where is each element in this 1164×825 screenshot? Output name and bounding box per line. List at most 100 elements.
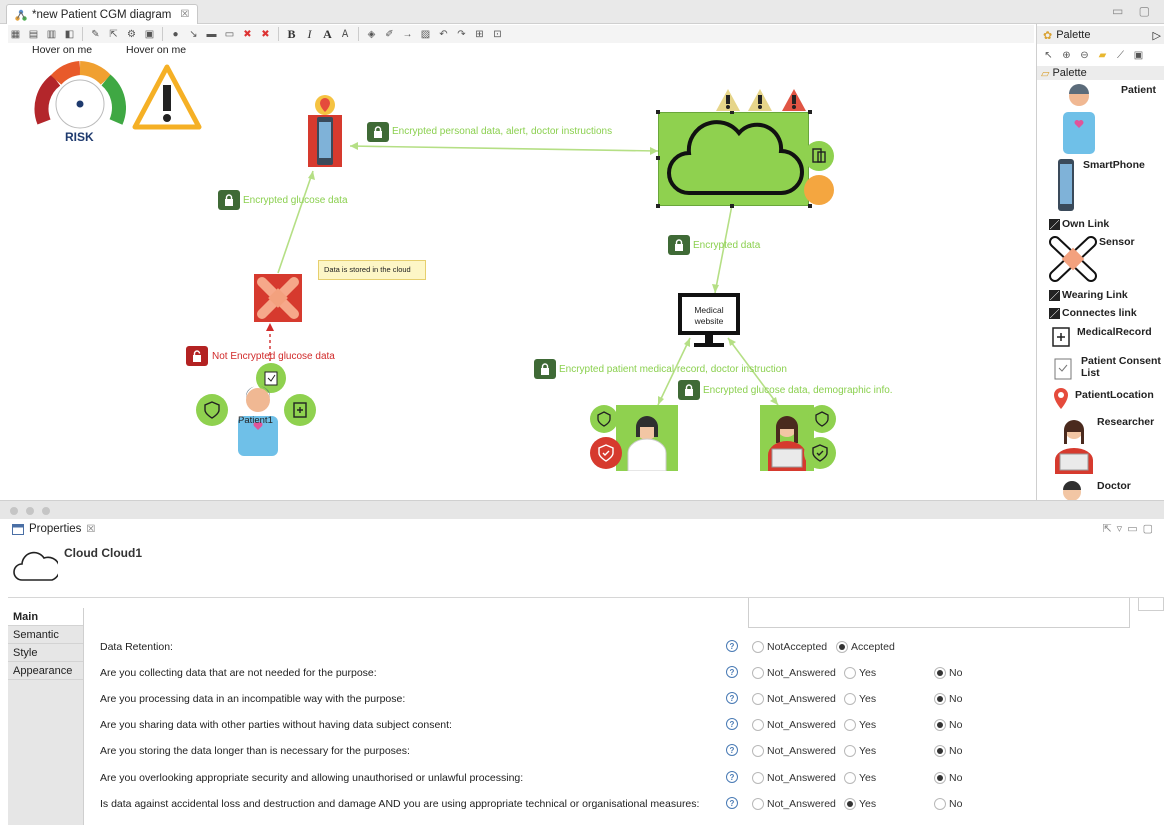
italic-button[interactable]: I [302,27,317,41]
radio-option[interactable]: Not_Answered [752,798,836,810]
palette-item-researcher[interactable]: Researcher [1097,416,1154,428]
radio-option[interactable]: No [934,693,962,705]
radio-button[interactable] [752,641,764,653]
selection-handles[interactable] [654,108,814,210]
radio-option[interactable]: Accepted [836,641,895,653]
palette-item-patient[interactable]: Patient [1121,84,1156,96]
zoom-out-icon[interactable]: ⊖ [1077,48,1092,62]
select-tool-icon[interactable]: ↖ [1041,48,1056,62]
help-icon[interactable]: ? [726,718,738,730]
radio-button[interactable] [752,667,764,679]
radio-button[interactable] [934,693,946,705]
risk-gauge[interactable]: RISK [34,60,126,148]
radio-button[interactable] [934,798,946,810]
properties-tab[interactable]: Properties ☒ [6,520,102,538]
note-link-icon[interactable]: ⟋ [1113,48,1128,62]
medical-website-node[interactable]: Medical website [678,293,740,349]
smartphone-node[interactable] [308,95,342,167]
radio-button[interactable] [934,772,946,784]
editor-tab[interactable]: *new Patient CGM diagram ☒ [6,4,199,24]
radio-button[interactable] [844,798,856,810]
layout-icon[interactable]: ⚙ [124,27,139,41]
radio-button[interactable] [836,641,848,653]
collapse-palette-icon[interactable]: ▷ [1153,29,1161,42]
tab-main[interactable]: Main [8,608,83,626]
note-shape[interactable]: Data is stored in the cloud [318,260,426,280]
show-label-icon[interactable]: ▭ [222,27,237,41]
radio-option[interactable]: Yes [844,667,876,679]
radio-button[interactable] [752,798,764,810]
radio-button[interactable] [844,719,856,731]
radio-button[interactable] [934,667,946,679]
warning-badges[interactable] [714,87,808,113]
palette-item-smartphone[interactable]: SmartPhone [1083,159,1145,171]
help-icon[interactable]: ? [726,666,738,678]
palette-item-own-link[interactable]: Own Link [1049,218,1109,230]
help-icon[interactable]: ? [726,771,738,783]
line-color-icon[interactable]: ✐ [382,27,397,41]
redo-icon[interactable]: ↷ [454,27,469,41]
help-icon[interactable]: ? [726,744,738,756]
shield-alert-icon[interactable] [590,437,622,469]
radio-option[interactable]: NotAccepted [752,641,827,653]
radio-option[interactable]: No [934,667,962,679]
close-icon[interactable]: ☒ [180,9,189,20]
delete-from-model-icon[interactable]: ✖ [258,27,273,41]
radio-option[interactable]: Yes [844,693,876,705]
font-size-icon[interactable]: Ꭺ [338,27,353,41]
sensor-node[interactable] [254,274,302,322]
arrange-icon[interactable]: ▤ [26,27,41,41]
radio-button[interactable] [752,693,764,705]
radio-option[interactable]: Not_Answered [752,667,836,679]
device-badge-icon[interactable] [804,141,834,171]
fill-color-icon[interactable]: ◈ [364,27,379,41]
show-icon[interactable]: ● [168,27,183,41]
radio-option[interactable]: No [934,719,962,731]
undo-icon[interactable]: ↶ [436,27,451,41]
palette-item-medical-record[interactable]: MedicalRecord [1077,326,1152,338]
zoom-in-icon[interactable]: ⊕ [1059,48,1074,62]
hide-label-icon[interactable]: ▬ [204,27,219,41]
close-icon[interactable]: ☒ [86,524,95,535]
representation-icon[interactable]: ▣ [1131,48,1146,62]
warning-icon[interactable] [132,63,202,133]
radio-option[interactable]: No [934,798,962,810]
properties-view-controls[interactable]: ⇱▿▭▢ [1102,522,1158,535]
radio-option[interactable]: Yes [844,719,876,731]
description-textarea[interactable] [748,598,1130,628]
radio-button[interactable] [844,667,856,679]
tab-style[interactable]: Style [8,644,83,662]
image-icon[interactable]: ▨ [418,27,433,41]
radio-option[interactable]: Not_Answered [752,693,836,705]
line-style-icon[interactable]: → [400,27,415,41]
radio-option[interactable]: Yes [844,772,876,784]
help-icon[interactable]: ? [726,640,738,652]
delete-icon[interactable]: ✖ [240,27,255,41]
help-icon[interactable]: ? [726,797,738,809]
security-badge-icon[interactable] [808,405,836,433]
palette-drawer[interactable]: ▱ Palette [1037,66,1164,80]
palette-item-doctor[interactable]: Doctor [1097,480,1131,492]
radio-option[interactable]: Yes [844,798,876,810]
doctor-node[interactable] [616,405,678,472]
radio-option[interactable]: Not_Answered [752,719,836,731]
radio-button[interactable] [752,772,764,784]
filter-icon[interactable]: ▣ [142,27,157,41]
radio-button[interactable] [752,719,764,731]
select-all-icon[interactable]: ▦ [8,27,23,41]
layers-icon[interactable]: ◧ [62,27,77,41]
security-badge-icon[interactable] [196,394,228,426]
shield-check-icon[interactable] [804,437,836,469]
palette-item-patient-location[interactable]: PatientLocation [1075,389,1154,401]
note-tool-icon[interactable]: ▰ [1095,48,1110,62]
radio-option[interactable]: Not_Answered [752,772,836,784]
window-controls[interactable]: ▭ ▢ [1112,4,1156,18]
hide-icon[interactable]: ↘ [186,27,201,41]
bold-button[interactable]: B [284,27,299,41]
radio-option[interactable]: Yes [844,745,876,757]
palette-item-connectes-link[interactable]: Connectes link [1049,307,1137,319]
location-cloud-badge-icon[interactable] [804,175,834,205]
medical-record-badge-icon[interactable] [284,394,316,426]
zoom-fit-icon[interactable]: ⊞ [472,27,487,41]
radio-button[interactable] [844,693,856,705]
